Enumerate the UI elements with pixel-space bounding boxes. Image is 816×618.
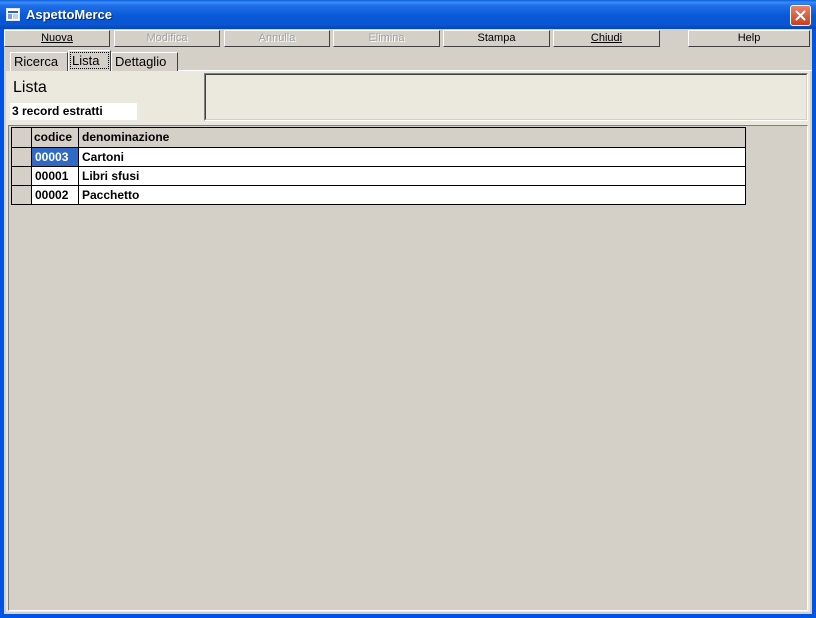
column-header-codice[interactable]: codice — [32, 128, 79, 147]
record-count: 3 record estratti — [10, 103, 137, 120]
modifica-label: Modifica — [146, 32, 188, 44]
tab-dettaglio-label: Dettaglio — [115, 54, 167, 69]
tab-ricerca[interactable]: Ricerca — [10, 52, 68, 71]
stampa-label: Stampa — [477, 32, 516, 44]
stampa-button[interactable]: Stampa — [443, 30, 550, 47]
table-row[interactable]: 00002 Pacchetto — [12, 185, 745, 204]
elimina-button[interactable]: Elimina — [333, 30, 440, 47]
grid-container: codice denominazione 00003 Cartoni 00001… — [8, 125, 808, 611]
nuova-label: Nuova — [41, 32, 73, 44]
table-row[interactable]: 00003 Cartoni — [12, 147, 745, 166]
cell-codice[interactable]: 00003 — [32, 148, 79, 166]
records-grid[interactable]: codice denominazione 00003 Cartoni 00001… — [11, 127, 746, 205]
tab-ricerca-label: Ricerca — [14, 54, 59, 69]
row-selector[interactable] — [12, 186, 32, 204]
page-title: Lista — [13, 79, 47, 96]
cell-codice[interactable]: 00001 — [32, 167, 79, 185]
cell-denominazione[interactable]: Pacchetto — [79, 186, 745, 204]
info-panel — [204, 73, 808, 121]
tab-lista-label: Lista — [72, 53, 100, 68]
client-area: Nuova Modifica Annulla Elimina Stampa Ch… — [4, 29, 812, 614]
annulla-label: Annulla — [258, 32, 296, 44]
modifica-button[interactable]: Modifica — [114, 30, 220, 47]
row-selector[interactable] — [12, 167, 32, 185]
row-selector[interactable] — [12, 148, 32, 166]
title-bar[interactable]: AspettoMerce — [0, 0, 816, 29]
app-window-icon — [6, 8, 20, 21]
chiudi-label: Chiudi — [590, 32, 623, 44]
help-label: Help — [737, 32, 761, 44]
tab-dettaglio[interactable]: Dettaglio — [111, 52, 178, 71]
row-selector-header[interactable] — [12, 128, 32, 147]
close-window-button[interactable] — [790, 5, 811, 26]
table-row[interactable]: 00001 Libri sfusi — [12, 166, 745, 185]
app-window: AspettoMerce Nuova Modifica Annulla Elim… — [0, 0, 816, 618]
annulla-button[interactable]: Annulla — [224, 30, 330, 47]
elimina-label: Elimina — [368, 32, 405, 44]
cell-denominazione[interactable]: Libri sfusi — [79, 167, 745, 185]
column-header-denominazione[interactable]: denominazione — [79, 128, 745, 147]
cell-codice[interactable]: 00002 — [32, 186, 79, 204]
grid-header: codice denominazione — [12, 128, 745, 147]
tab-lista[interactable]: Lista — [68, 50, 111, 71]
close-icon — [795, 10, 806, 21]
cell-denominazione[interactable]: Cartoni — [79, 148, 745, 166]
chiudi-button[interactable]: Chiudi — [553, 30, 660, 47]
window-title: AspettoMerce — [26, 7, 112, 22]
help-button[interactable]: Help — [688, 30, 810, 47]
nuova-button[interactable]: Nuova — [4, 30, 110, 47]
